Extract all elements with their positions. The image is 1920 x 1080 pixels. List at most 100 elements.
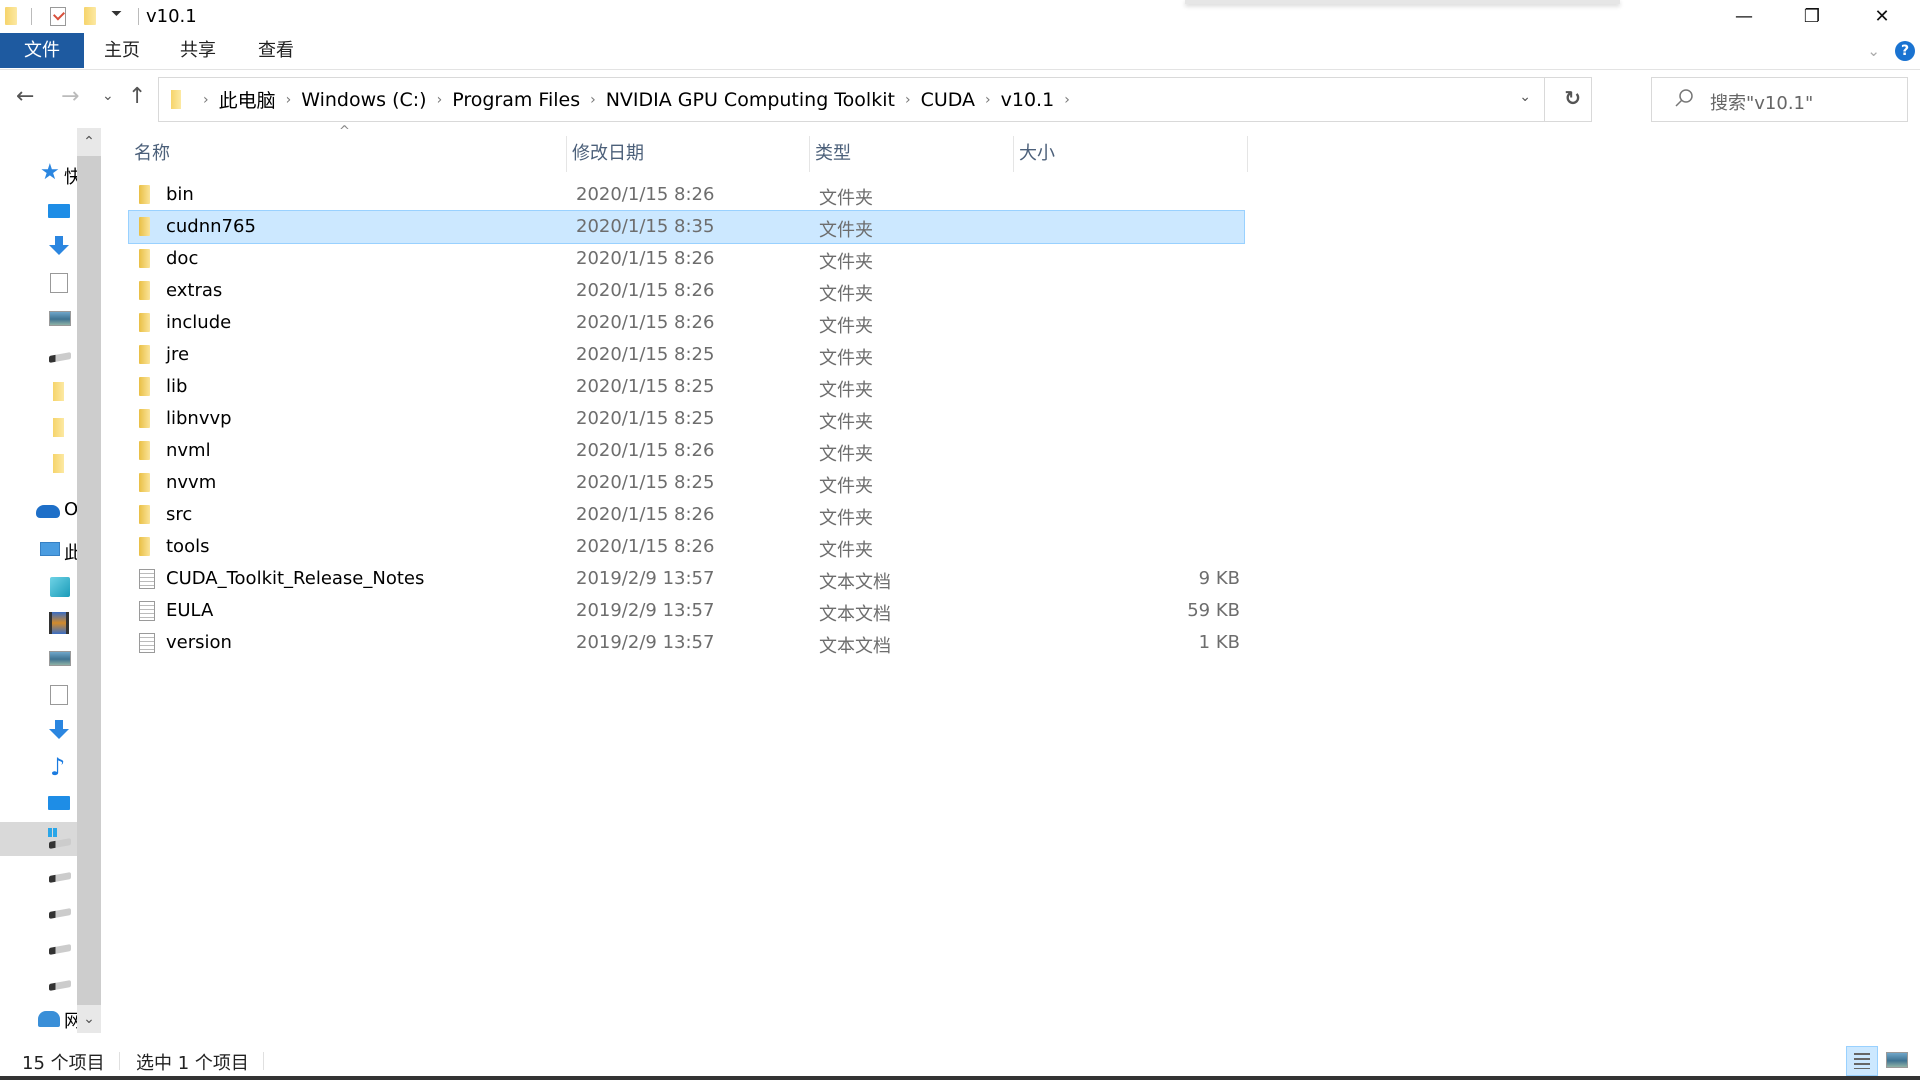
file-row[interactable]: nvml 2020/1/15 8:26 文件夹: [129, 435, 1244, 467]
column-size[interactable]: 大小: [1014, 134, 1144, 174]
tab-share[interactable]: 共享: [168, 33, 228, 68]
nav-item-drive[interactable]: [0, 966, 77, 1000]
file-row[interactable]: EULA 2019/2/9 13:57 文本文档 59 KB: [129, 595, 1244, 627]
nav-item-folder[interactable]: [0, 410, 77, 444]
breadcrumb-cuda[interactable]: CUDA: [921, 89, 975, 111]
divider: [119, 1052, 120, 1070]
breadcrumb-program-files[interactable]: Program Files: [452, 89, 580, 111]
breadcrumb-this-pc[interactable]: 此电脑: [219, 86, 276, 113]
customize-quick-access-icon[interactable]: ⏷: [111, 6, 122, 22]
close-button[interactable]: ✕: [1848, 0, 1916, 33]
file-type: 文件夹: [819, 476, 873, 497]
file-type: 文本文档: [819, 572, 891, 593]
file-row[interactable]: include 2020/1/15 8:26 文件夹: [129, 307, 1244, 339]
column-divider[interactable]: [1247, 136, 1248, 172]
nav-item-drive[interactable]: [0, 858, 77, 892]
nav-item-pictures[interactable]: [0, 642, 77, 676]
nav-item-drive[interactable]: [0, 930, 77, 964]
breadcrumb-windows-c[interactable]: Windows (C:): [301, 89, 426, 111]
chevron-right-icon[interactable]: ›: [1064, 92, 1070, 108]
chevron-right-icon[interactable]: ›: [286, 92, 292, 108]
nav-item-folder[interactable]: [0, 374, 77, 408]
help-icon[interactable]: ?: [1895, 41, 1915, 61]
details-view-button[interactable]: [1846, 1046, 1878, 1076]
file-row[interactable]: bin 2020/1/15 8:26 文件夹: [129, 179, 1244, 211]
column-name[interactable]: 名称: [129, 134, 566, 174]
file-row[interactable]: extras 2020/1/15 8:26 文件夹: [129, 275, 1244, 307]
documents-icon: [50, 273, 68, 293]
file-row[interactable]: version 2019/2/9 13:57 文本文档 1 KB: [129, 627, 1244, 659]
column-date-modified[interactable]: 修改日期: [567, 134, 809, 174]
expand-ribbon-icon[interactable]: ⌄: [1867, 42, 1880, 60]
popup-edge: [1185, 0, 1620, 4]
nav-item-onedrive[interactable]: OneDrive: [0, 494, 77, 528]
nav-item-music[interactable]: ♪: [0, 750, 77, 784]
refresh-button[interactable]: ↻: [1564, 86, 1581, 110]
breadcrumb: › 此电脑 › Windows (C:) › Program Files › N…: [193, 78, 1080, 121]
address-history-dropdown[interactable]: ⌄: [1519, 89, 1531, 105]
column-type[interactable]: 类型: [810, 134, 1013, 174]
nav-item-downloads[interactable]: [0, 230, 77, 264]
nav-item-documents[interactable]: [0, 266, 77, 300]
address-bar[interactable]: › 此电脑 › Windows (C:) › Program Files › N…: [158, 77, 1592, 122]
new-folder-icon[interactable]: [84, 7, 96, 25]
minimize-button[interactable]: —: [1710, 0, 1778, 33]
chevron-right-icon[interactable]: ›: [905, 92, 911, 108]
file-row[interactable]: lib 2020/1/15 8:25 文件夹: [129, 371, 1244, 403]
scroll-up-button[interactable]: ⌃: [77, 128, 101, 156]
file-row[interactable]: nvvm 2020/1/15 8:25 文件夹: [129, 467, 1244, 499]
tab-file[interactable]: 文件: [0, 33, 84, 68]
forward-button[interactable]: →: [61, 84, 79, 109]
nav-item-downloads[interactable]: [0, 714, 77, 748]
nav-item-network[interactable]: 网络: [0, 1002, 77, 1036]
file-type: 文件夹: [819, 252, 873, 273]
nav-item-drive[interactable]: [0, 338, 77, 372]
tab-home[interactable]: 主页: [92, 33, 152, 68]
file-type: 文件夹: [819, 348, 873, 369]
large-icons-view-button[interactable]: [1886, 1052, 1908, 1068]
chevron-right-icon[interactable]: ›: [985, 92, 991, 108]
file-rows: bin 2020/1/15 8:26 文件夹 cudnn765 2020/1/15 8:…: [128, 179, 1245, 659]
nav-item-desktop[interactable]: [0, 786, 77, 820]
nav-item-quick-access[interactable]: ★ 快速访问: [0, 158, 77, 192]
nav-item-videos[interactable]: [0, 606, 77, 640]
chevron-right-icon[interactable]: ›: [590, 92, 596, 108]
nav-item-drive[interactable]: [0, 894, 77, 928]
divider: [1544, 78, 1545, 121]
breadcrumb-v10-1[interactable]: v10.1: [1001, 89, 1055, 111]
tab-view[interactable]: 查看: [246, 33, 306, 68]
file-row[interactable]: doc 2020/1/15 8:26 文件夹: [129, 243, 1244, 275]
nav-pane-scrollbar[interactable]: ⌃ ⌄: [77, 128, 101, 1033]
nav-item-pictures[interactable]: [0, 302, 77, 336]
nav-item-windows-c[interactable]: [0, 822, 77, 856]
file-row[interactable]: libnvvp 2020/1/15 8:25 文件夹: [129, 403, 1244, 435]
scroll-down-button[interactable]: ⌄: [77, 1005, 101, 1033]
back-button[interactable]: ←: [16, 84, 34, 109]
file-row[interactable]: src 2020/1/15 8:26 文件夹: [129, 499, 1244, 531]
file-row[interactable]: jre 2020/1/15 8:25 文件夹: [129, 339, 1244, 371]
chevron-right-icon[interactable]: ›: [437, 92, 443, 108]
restore-button[interactable]: ❐: [1778, 0, 1846, 33]
text-file-icon: [139, 601, 155, 621]
nav-item-folder[interactable]: [0, 446, 77, 480]
search-input[interactable]: 搜索"v10.1": [1651, 77, 1908, 122]
file-row[interactable]: tools 2020/1/15 8:26 文件夹: [129, 531, 1244, 563]
file-row[interactable]: cudnn765 2020/1/15 8:35 文件夹: [128, 210, 1245, 244]
divider: [138, 8, 139, 25]
chevron-right-icon[interactable]: ›: [203, 92, 209, 108]
file-date-modified: 2019/2/9 13:57: [576, 600, 715, 621]
file-date-modified: 2020/1/15 8:25: [576, 344, 715, 365]
nav-item-documents[interactable]: [0, 678, 77, 712]
properties-icon[interactable]: [50, 7, 66, 26]
breadcrumb-nvidia-toolkit[interactable]: NVIDIA GPU Computing Toolkit: [606, 89, 895, 111]
recent-locations-button[interactable]: ⌄: [102, 88, 114, 104]
nav-item-this-pc[interactable]: 此电脑: [0, 534, 77, 568]
onedrive-icon: [36, 505, 60, 518]
up-button[interactable]: ↑: [128, 84, 146, 109]
nav-item-3d-objects[interactable]: [0, 570, 77, 604]
file-row[interactable]: CUDA_Toolkit_Release_Notes 2019/2/9 13:57…: [129, 563, 1244, 595]
file-date-modified: 2020/1/15 8:26: [576, 184, 715, 205]
file-type: 文本文档: [819, 636, 891, 657]
file-name: version: [166, 632, 232, 653]
nav-item-desktop[interactable]: [0, 194, 77, 228]
